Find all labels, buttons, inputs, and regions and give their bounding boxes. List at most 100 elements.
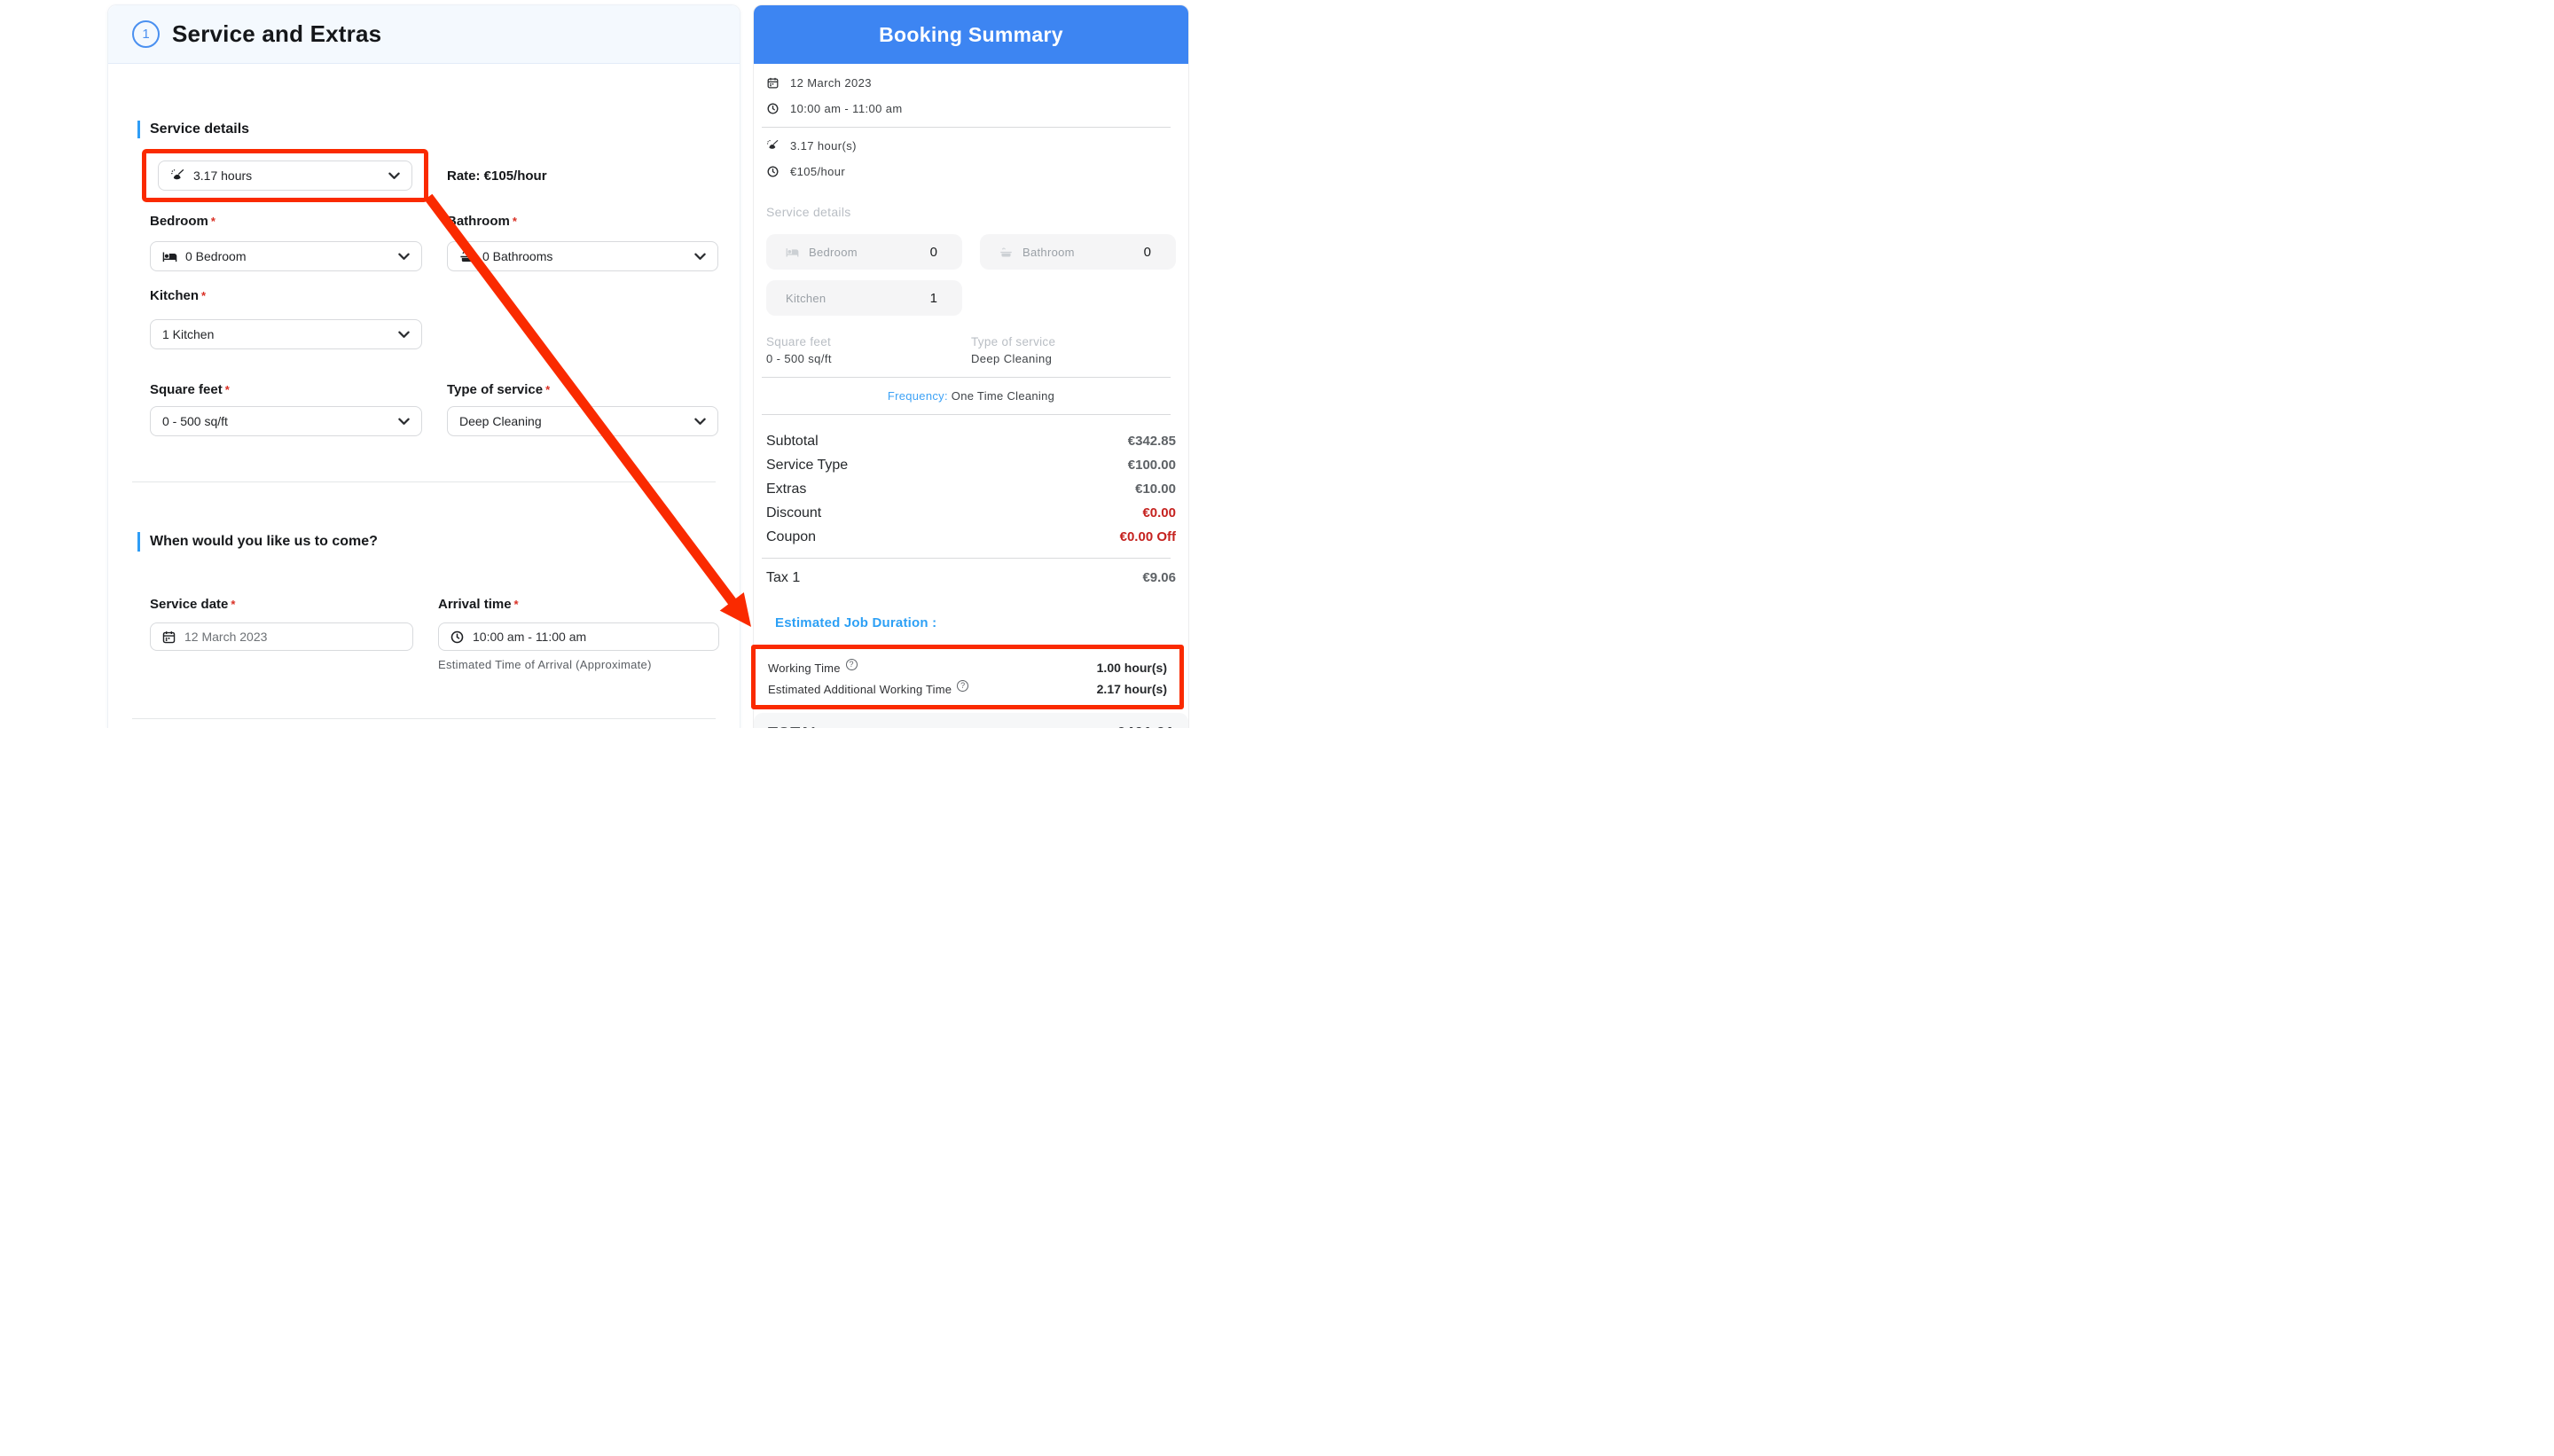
required-marker: * (231, 598, 235, 611)
bed-icon (162, 249, 177, 264)
chevron-down-icon (694, 253, 706, 261)
hours-select-value: 3.17 hours (193, 168, 252, 183)
price-row-discount: Discount€0.00 (766, 501, 1176, 525)
summary-date-row: 12 March 2023 (766, 71, 1176, 94)
bathroom-label: Bathroom* (447, 213, 718, 231)
summary-time: 10:00 am - 11:00 am (790, 102, 903, 115)
summary-divider (762, 558, 1171, 559)
square-feet-select[interactable]: 0 - 500 sq/ft (150, 406, 422, 436)
service-date-input[interactable]: 12 March 2023 (150, 622, 413, 651)
bedroom-select[interactable]: 0 Bedroom (150, 241, 422, 271)
frequency-label: Frequency: (888, 389, 948, 403)
kitchen-chip: Kitchen 1 (766, 280, 962, 316)
bedroom-chip-label: Bedroom (809, 246, 858, 259)
summary-service-details-heading: Service details (766, 205, 1176, 220)
bathroom-select-value: 0 Bathrooms (482, 249, 552, 263)
required-marker: * (513, 215, 517, 228)
bedroom-select-value: 0 Bedroom (185, 249, 246, 263)
summary-divider (762, 127, 1171, 128)
summary-square-feet-label: Square feet (766, 334, 971, 349)
broom-icon (170, 168, 185, 184)
chevron-down-icon (398, 253, 410, 261)
summary-type-value: Deep Cleaning (971, 351, 1176, 366)
service-date-label: Service date* (150, 596, 413, 614)
kitchen-chip-label: Kitchen (786, 292, 826, 305)
kitchen-select-value: 1 Kitchen (162, 327, 214, 341)
booking-summary-title: Booking Summary (879, 23, 1063, 47)
price-row-tax: Tax 1€9.06 (766, 566, 1176, 590)
chevron-down-icon (398, 331, 410, 339)
type-of-service-label: Type of service* (447, 381, 718, 399)
schedule-heading: When would you like us to come? (137, 532, 698, 552)
additional-working-time-label: Estimated Additional Working Time? (768, 683, 968, 696)
bedroom-label: Bedroom* (150, 213, 422, 231)
bedroom-chip-count: 0 (930, 245, 937, 260)
section-divider (132, 481, 716, 482)
rate-label: Rate: €105/hour (447, 168, 547, 184)
required-marker: * (211, 215, 215, 228)
required-marker: * (225, 383, 230, 396)
calendar-icon (766, 76, 780, 90)
booking-summary-panel: Booking Summary 12 March 2023 10:00 am -… (753, 4, 1189, 728)
annotation-box-hours: 3.17 hours (142, 149, 428, 202)
additional-working-time-row: Estimated Additional Working Time? 2.17 … (768, 678, 1167, 700)
hours-select[interactable]: 3.17 hours (158, 160, 412, 191)
arrival-time-hint: Estimated Time of Arrival (Approximate) (438, 658, 719, 671)
square-feet-label: Square feet* (150, 381, 422, 399)
help-icon[interactable]: ? (846, 659, 858, 670)
summary-rate: €105/hour (790, 165, 845, 178)
arrival-time-value: 10:00 am - 11:00 am (473, 630, 586, 644)
kitchen-chip-count: 1 (930, 291, 937, 306)
arrival-time-label: Arrival time* (438, 596, 719, 614)
bed-icon (786, 246, 799, 259)
service-details-heading: Service details (137, 121, 698, 138)
step-number-badge: 1 (132, 20, 160, 48)
total-row: TOTAL €461.91 (754, 713, 1188, 728)
clock-icon (766, 165, 780, 178)
required-marker: * (545, 383, 550, 396)
price-row-service-type: Service Type€100.00 (766, 453, 1176, 477)
total-value: €461.91 (1116, 724, 1174, 728)
working-time-label: Working Time? (768, 661, 858, 675)
summary-rate-row: €105/hour (766, 160, 1176, 183)
service-and-extras-card: 1 Service and Extras Service details 3.1… (107, 4, 740, 728)
annotation-box-working-time: Working Time? 1.00 hour(s) Estimated Add… (751, 645, 1184, 709)
broom-icon (766, 139, 780, 153)
clock-icon (450, 630, 465, 645)
bathroom-select[interactable]: 0 Bathrooms (447, 241, 718, 271)
kitchen-select[interactable]: 1 Kitchen (150, 319, 422, 349)
price-row-subtotal: Subtotal€342.85 (766, 429, 1176, 453)
summary-type-label: Type of service (971, 334, 1176, 349)
summary-time-row: 10:00 am - 11:00 am (766, 97, 1176, 120)
estimated-job-duration-heading: Estimated Job Duration : (766, 614, 1176, 632)
bedroom-chip: Bedroom 0 (766, 234, 962, 270)
booking-page: 1 Service and Extras Service details 3.1… (0, 0, 1277, 728)
bathroom-chip: Bathroom 0 (980, 234, 1176, 270)
type-of-service-select-value: Deep Cleaning (459, 414, 542, 428)
price-row-coupon: Coupon€0.00 Off (766, 525, 1176, 549)
arrival-time-input[interactable]: 10:00 am - 11:00 am (438, 622, 719, 651)
summary-date: 12 March 2023 (790, 76, 872, 90)
service-date-value: 12 March 2023 (184, 630, 267, 644)
summary-square-feet-value: 0 - 500 sq/ft (766, 351, 971, 366)
required-marker: * (514, 598, 519, 611)
calendar-icon (161, 630, 176, 645)
clock-icon (766, 102, 780, 115)
bathtub-icon (999, 246, 1013, 259)
booking-summary-header: Booking Summary (754, 5, 1188, 64)
kitchen-label: Kitchen* (150, 287, 422, 305)
chevron-down-icon (388, 172, 400, 180)
frequency-value: One Time Cleaning (948, 389, 1054, 403)
bathtub-icon (459, 249, 474, 264)
section-divider (132, 718, 716, 719)
working-time-value: 1.00 hour(s) (1097, 661, 1167, 675)
summary-divider (762, 414, 1171, 415)
summary-duration-row: 3.17 hour(s) (766, 134, 1176, 157)
service-and-extras-header: 1 Service and Extras (108, 5, 740, 64)
chevron-down-icon (398, 418, 410, 426)
type-of-service-select[interactable]: Deep Cleaning (447, 406, 718, 436)
help-icon[interactable]: ? (957, 680, 968, 692)
working-time-row: Working Time? 1.00 hour(s) (768, 657, 1167, 678)
bathroom-chip-count: 0 (1144, 245, 1151, 260)
page-title: Service and Extras (172, 20, 381, 48)
